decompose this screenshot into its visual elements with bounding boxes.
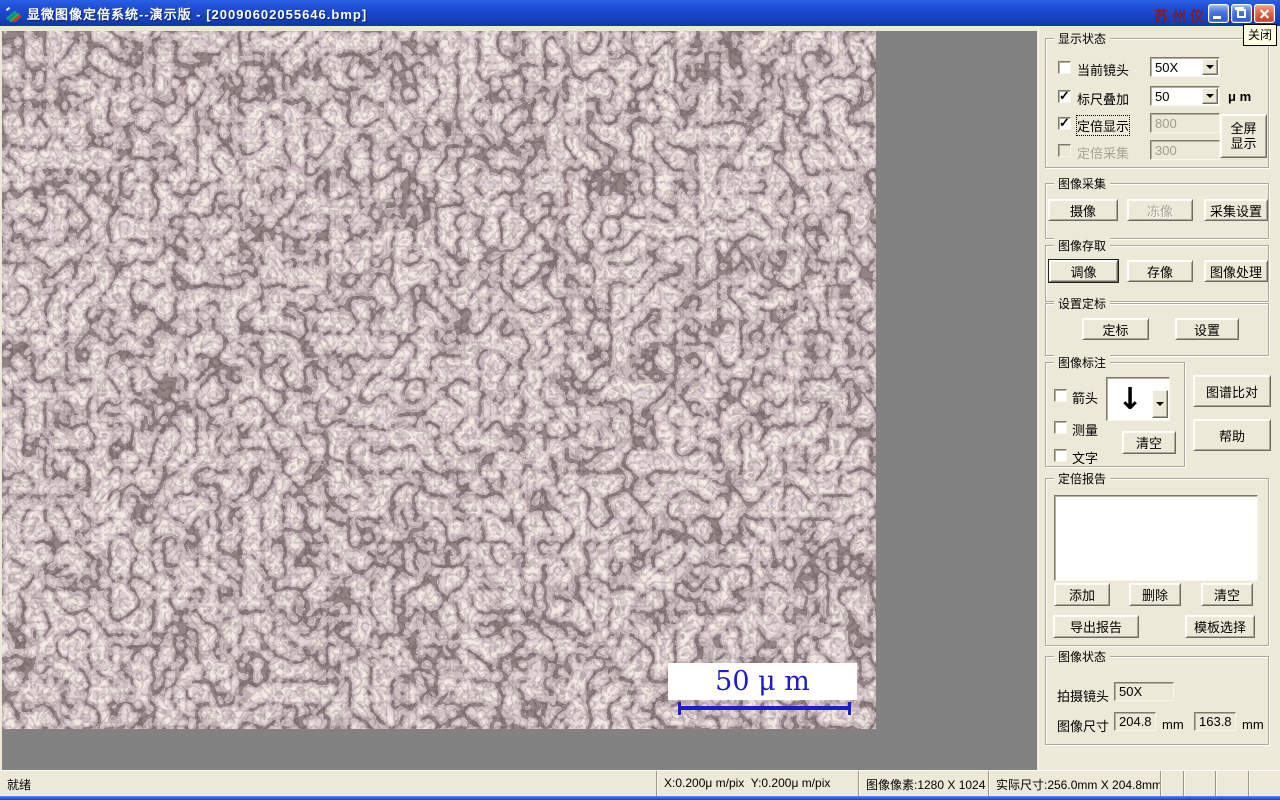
text-checkbox[interactable] <box>1054 449 1067 462</box>
display-status-title: 显示状态 <box>1054 30 1111 47</box>
calibration-group: 设置定标 定标 设置 <box>1045 295 1269 356</box>
minimize-button[interactable] <box>1208 4 1229 23</box>
window-bottom-border <box>0 796 1280 800</box>
ruler-overlay-label: 标尺叠加 <box>1077 92 1130 107</box>
arrow-checkbox[interactable] <box>1054 389 1067 402</box>
image-capture-title: 图像采集 <box>1054 175 1111 192</box>
status-pixel-scale: X:0.200μ m/pix Y:0.200μ m/pix <box>657 771 859 796</box>
fullscreen-button[interactable]: 全屏 显示 <box>1220 114 1267 158</box>
fixed-display-value: 800 <box>1150 113 1220 133</box>
fixed-capture-checkbox <box>1058 144 1071 157</box>
chevron-down-icon[interactable] <box>1202 59 1218 75</box>
fixed-display-label: 定倍显示 <box>1075 115 1131 136</box>
scale-overlay-bar <box>678 706 851 710</box>
status-actual-size: 实际尺寸:256.0mm X 204.8mm <box>989 771 1161 796</box>
image-status-title: 图像状态 <box>1054 648 1111 665</box>
image-viewport: 50 μ m <box>2 31 1037 796</box>
shooting-lens-value: 50X <box>1114 682 1174 701</box>
calibrate-button[interactable]: 定标 <box>1082 318 1149 340</box>
atlas-compare-button[interactable]: 图谱比对 <box>1193 375 1271 407</box>
micrograph-texture <box>2 31 876 729</box>
image-storage-title: 图像存取 <box>1054 237 1111 254</box>
image-process-button[interactable]: 图像处理 <box>1204 260 1268 282</box>
measure-label: 测量 <box>1072 423 1099 438</box>
template-select-button[interactable]: 模板选择 <box>1185 615 1255 638</box>
help-button[interactable]: 帮助 <box>1193 419 1271 451</box>
fixed-capture-value: 300 <box>1150 140 1220 160</box>
status-empty-cell <box>1216 771 1249 796</box>
capture-settings-button[interactable]: 采集设置 <box>1204 199 1268 221</box>
status-bar: 就绪 X:0.200μ m/pix Y:0.200μ m/pix 图像像素:12… <box>0 770 1280 796</box>
save-image-button[interactable]: 存像 <box>1127 260 1193 282</box>
ruler-unit-label: μ m <box>1228 89 1252 104</box>
report-delete-button[interactable]: 删除 <box>1129 583 1181 606</box>
current-lens-label: 当前镜头 <box>1077 63 1130 78</box>
image-width-value: 204.8 <box>1114 712 1156 731</box>
window-title: 显微图像定倍系统--演示版 - [20090602055646.bmp] <box>27 6 368 22</box>
report-clear-button[interactable]: 清空 <box>1201 583 1253 606</box>
load-image-button[interactable]: 调像 <box>1049 260 1118 282</box>
report-add-button[interactable]: 添加 <box>1054 583 1110 606</box>
control-panel: 显示状态 当前镜头 50X 标尺叠加 50 μ m 定倍显示 800 定倍采集 … <box>1038 26 1280 770</box>
calibration-title: 设置定标 <box>1054 295 1111 312</box>
export-report-button[interactable]: 导出报告 <box>1053 615 1139 638</box>
arrow-style-combo[interactable]: ↓ <box>1106 377 1170 421</box>
image-storage-group: 图像存取 调像 存像 图像处理 <box>1045 237 1269 302</box>
close-tooltip: 关闭 <box>1243 24 1278 46</box>
fixed-capture-label: 定倍采集 <box>1077 146 1130 161</box>
chevron-down-icon[interactable] <box>1202 88 1218 104</box>
annotation-group: 图像标注 箭头 测量 文字 ↓ 清空 <box>1045 354 1185 467</box>
image-size-label: 图像尺寸 <box>1057 719 1110 734</box>
image-capture-group: 图像采集 摄像 冻像 采集设置 <box>1045 175 1269 239</box>
status-empty-cell <box>1161 771 1184 796</box>
shooting-lens-label: 拍摄镜头 <box>1057 689 1110 704</box>
current-lens-checkbox[interactable] <box>1058 61 1071 74</box>
app-icon <box>5 6 22 22</box>
micrograph-image[interactable]: 50 μ m <box>2 31 876 729</box>
ruler-overlay-checkbox[interactable] <box>1058 88 1071 104</box>
restore-button[interactable] <box>1231 4 1252 23</box>
image-height-unit: mm <box>1242 717 1264 732</box>
status-ready: 就绪 <box>0 771 657 796</box>
title-bar: 显微图像定倍系统--演示版 - [20090602055646.bmp] 苏州仪… <box>0 0 1280 26</box>
scale-overlay-label: 50 μ m <box>668 663 857 700</box>
fixed-display-checkbox[interactable] <box>1058 115 1071 131</box>
shoot-button[interactable]: 摄像 <box>1048 199 1118 221</box>
calibration-settings-button[interactable]: 设置 <box>1175 318 1239 340</box>
chevron-down-icon[interactable] <box>1152 390 1168 418</box>
report-group: 定倍报告 添加 删除 清空 导出报告 模板选择 <box>1045 470 1269 646</box>
status-empty-cell <box>1249 771 1280 796</box>
annotation-clear-button[interactable]: 清空 <box>1122 431 1176 454</box>
freeze-button: 冻像 <box>1127 199 1193 221</box>
image-status-group: 图像状态 拍摄镜头 50X 图像尺寸 204.8 mm 163.8 mm <box>1045 648 1269 745</box>
image-height-value: 163.8 <box>1194 712 1236 731</box>
image-width-unit: mm <box>1162 717 1184 732</box>
caption-buttons <box>1208 4 1275 23</box>
report-listbox[interactable] <box>1054 495 1258 581</box>
annotation-title: 图像标注 <box>1054 354 1111 371</box>
text-label: 文字 <box>1072 451 1099 466</box>
client-area: 50 μ m 显示状态 当前镜头 50X 标尺叠加 50 μ m 定倍显示 <box>0 26 1280 796</box>
restore-icon <box>1235 7 1246 18</box>
minimize-icon <box>1213 16 1221 19</box>
measure-checkbox[interactable] <box>1054 421 1067 434</box>
ruler-value-combo[interactable]: 50 <box>1150 86 1220 106</box>
report-title: 定倍报告 <box>1054 470 1111 487</box>
status-empty-cell <box>1184 771 1216 796</box>
status-image-pixels: 图像像素:1280 X 1024 <box>859 771 989 796</box>
down-arrow-icon: ↓ <box>1117 381 1143 417</box>
arrow-label: 箭头 <box>1072 391 1099 406</box>
close-button[interactable] <box>1254 4 1275 23</box>
current-lens-combo[interactable]: 50X <box>1150 57 1220 77</box>
display-status-group: 显示状态 当前镜头 50X 标尺叠加 50 μ m 定倍显示 800 定倍采集 … <box>1045 30 1269 168</box>
